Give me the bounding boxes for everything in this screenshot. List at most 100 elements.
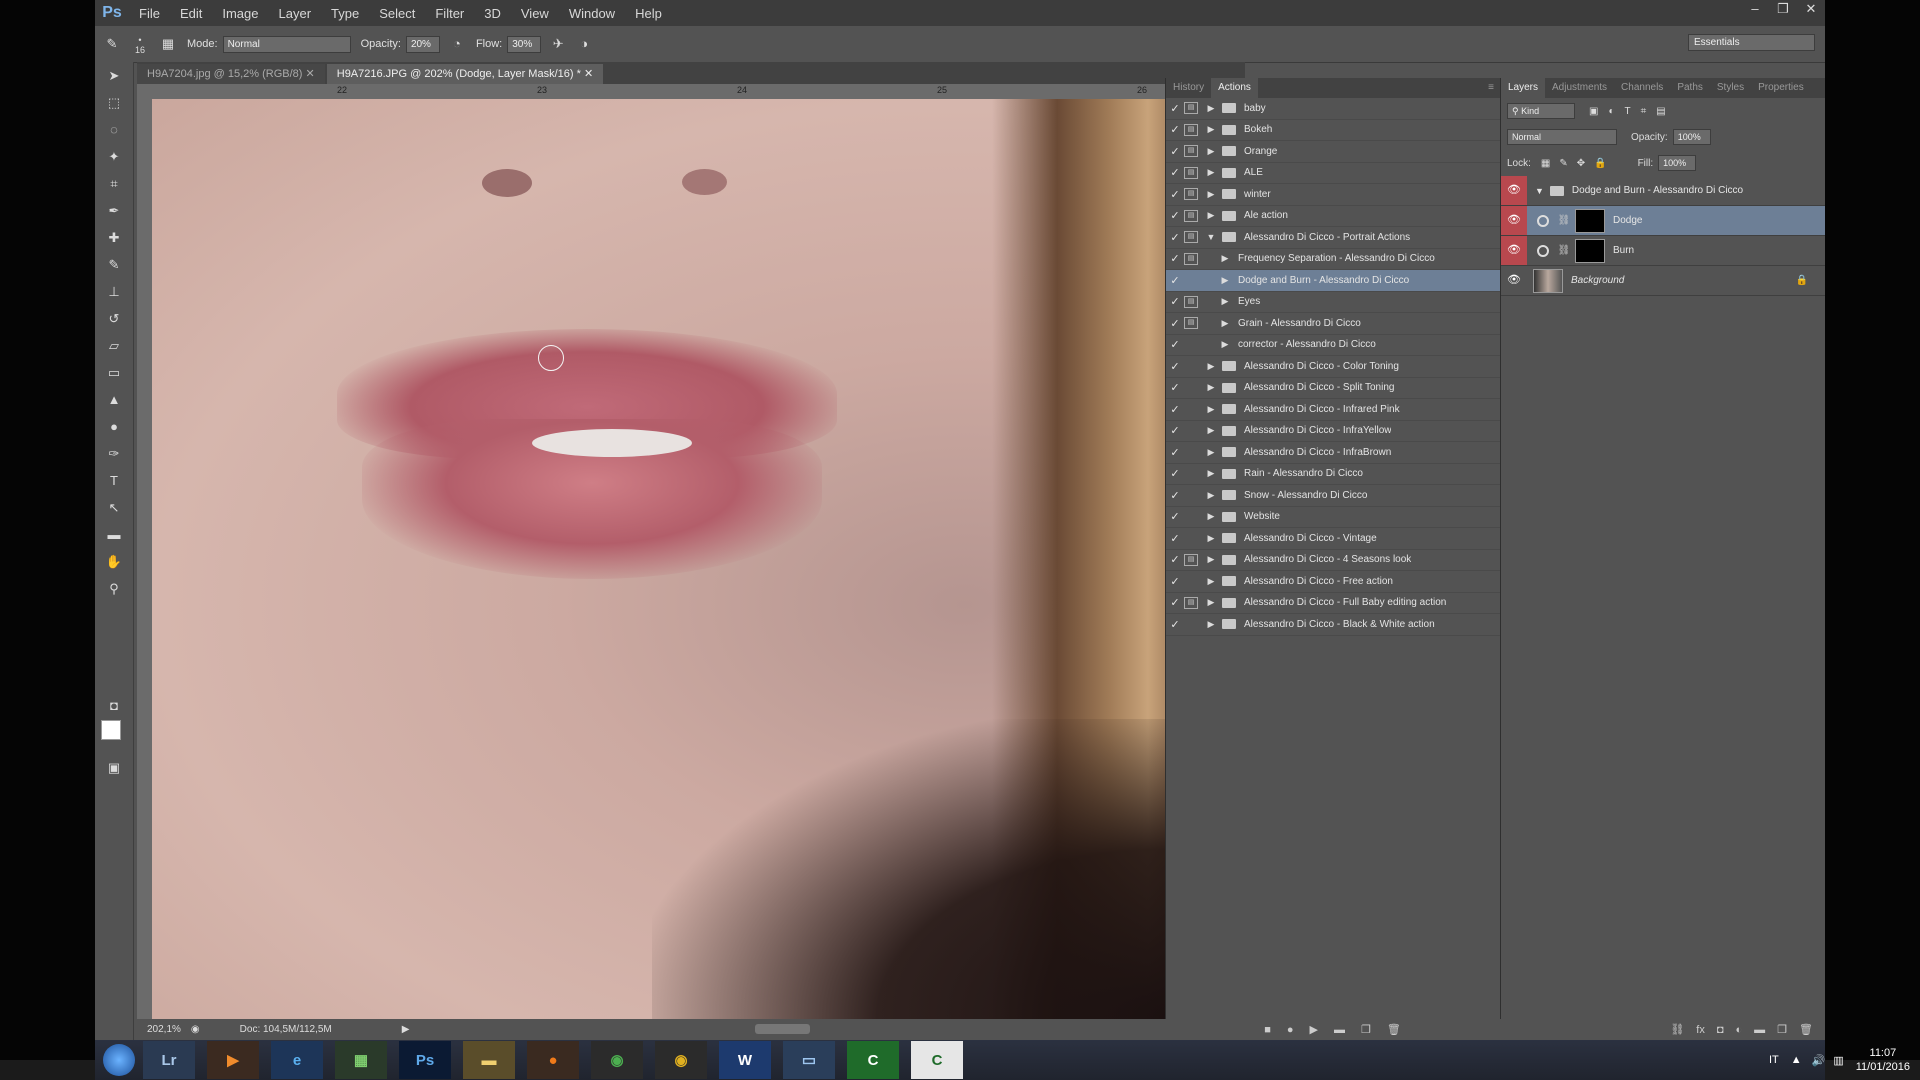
filter-icons[interactable]: ▣◐T⌗▤ [1589, 106, 1676, 117]
brush-preset-picker[interactable]: • 16 [129, 35, 151, 55]
visibility-eye-icon[interactable]: 👁 [1501, 206, 1527, 235]
taskbar-app-icon[interactable]: ▬ [463, 1041, 515, 1079]
action-row[interactable]: ✓ ▶ Alessandro Di Cicco - Free action [1166, 571, 1501, 593]
pressure-size-icon[interactable]: ◑ [575, 35, 593, 53]
flow-input[interactable]: 30% [507, 35, 542, 53]
close-tab-icon[interactable]: ✕ [306, 68, 315, 80]
eyedropper-tool-icon[interactable]: ✒ [95, 197, 133, 224]
check-icon[interactable]: ✓ [1166, 252, 1184, 265]
action-row[interactable]: ✓ ▤ ▶ Alessandro Di Cicco - Full Baby editi… [1166, 593, 1501, 614]
group-expand-icon[interactable]: ▼ [1535, 186, 1544, 196]
check-icon[interactable]: ✓ [1166, 295, 1184, 308]
play-icon[interactable]: ▶ [1310, 1023, 1318, 1036]
dialog-toggle-icon[interactable] [1184, 575, 1198, 587]
check-icon[interactable]: ✓ [1166, 102, 1184, 115]
check-icon[interactable]: ✓ [1166, 231, 1184, 244]
menu-layer[interactable]: Layer [269, 6, 322, 21]
check-icon[interactable]: ✓ [1166, 338, 1184, 351]
network-icon[interactable]: ▥ [1833, 1054, 1843, 1067]
hand-tool-icon[interactable]: ✋ [95, 548, 133, 575]
expand-icon[interactable]: ▶ [1204, 146, 1218, 157]
tab-paths[interactable]: Paths [1670, 78, 1710, 98]
eraser-tool-icon[interactable]: ▱ [95, 332, 133, 359]
expand-icon[interactable]: ▶ [1204, 404, 1218, 415]
check-icon[interactable]: ✓ [1166, 489, 1184, 502]
close-button[interactable]: ✕ [1797, 0, 1825, 20]
check-icon[interactable]: ✓ [1166, 166, 1184, 179]
dialog-toggle-icon[interactable] [1184, 446, 1198, 458]
stop-icon[interactable]: ■ [1264, 1024, 1271, 1036]
expand-icon[interactable]: ▶ [1204, 619, 1218, 630]
delete-icon[interactable]: 🗑 [1387, 1023, 1401, 1036]
taskbar-app-icon[interactable]: ◉ [655, 1041, 707, 1079]
menu-window[interactable]: Window [559, 6, 625, 21]
link-layers-icon[interactable]: ⛓ [1670, 1023, 1684, 1036]
tab-adjustments[interactable]: Adjustments [1545, 78, 1614, 98]
check-icon[interactable]: ✓ [1166, 360, 1184, 373]
taskbar-app-icon[interactable]: ◉ [591, 1041, 643, 1079]
status-menu-arrow[interactable]: ▶ [402, 1024, 410, 1035]
layer-row-burn[interactable]: 👁 ⛓ Burn [1501, 236, 1825, 266]
healing-brush-tool-icon[interactable]: ✚ [95, 224, 133, 251]
expand-icon[interactable]: ▶ [1204, 490, 1218, 501]
dialog-toggle-icon[interactable] [1184, 382, 1198, 394]
menu-image[interactable]: Image [212, 6, 268, 21]
action-row[interactable]: ✓ ▤ ▶ Grain - Alessandro Di Cicco [1166, 313, 1501, 335]
expand-icon[interactable]: ▶ [1204, 124, 1218, 135]
expand-icon[interactable]: ▶ [1204, 103, 1218, 114]
action-row[interactable]: ✓ ▶ Alessandro Di Cicco - Infrared Pink [1166, 399, 1501, 421]
tray-arrow-icon[interactable]: ▲ [1791, 1054, 1802, 1066]
expand-icon[interactable]: ▶ [1218, 339, 1232, 350]
expand-icon[interactable]: ▶ [1204, 447, 1218, 458]
check-icon[interactable]: ✓ [1166, 123, 1184, 136]
taskbar-app-icon[interactable]: ● [527, 1041, 579, 1079]
expand-icon[interactable]: ▶ [1218, 318, 1232, 329]
brush-tool-icon[interactable]: ✎ [95, 251, 133, 278]
menu-edit[interactable]: Edit [170, 6, 212, 21]
dialog-toggle-icon[interactable] [1184, 618, 1198, 630]
dialog-toggle-icon[interactable] [1184, 274, 1198, 286]
quick-mask-icon[interactable]: ◘ [95, 692, 133, 719]
menu-filter[interactable]: Filter [425, 6, 474, 21]
check-icon[interactable]: ✓ [1166, 424, 1184, 437]
action-row[interactable]: ✓ ▶ Alessandro Di Cicco - InfraYellow [1166, 421, 1501, 442]
dialog-toggle-icon[interactable] [1184, 511, 1198, 523]
visibility-eye-icon[interactable]: 👁 [1501, 266, 1527, 295]
action-row[interactable]: ✓ ▶ Rain - Alessandro Di Cicco [1166, 464, 1501, 485]
layer-group-row[interactable]: 👁 ▼ Dodge and Burn - Alessandro Di Cicco [1501, 176, 1825, 206]
document-tab-active[interactable]: H9A7216.JPG @ 202% (Dodge, Layer Mask/16… [326, 64, 604, 84]
dodge-tool-icon[interactable]: ● [95, 413, 133, 440]
check-icon[interactable]: ✓ [1166, 381, 1184, 394]
action-row[interactable]: ✓ ▤ ▶ Orange [1166, 141, 1501, 163]
expand-icon[interactable]: ▶ [1204, 468, 1218, 479]
taskbar-app-icon[interactable]: Ps [399, 1041, 451, 1079]
lock-icons[interactable]: ▦✎✥🔒 [1541, 158, 1616, 169]
shape-tool-icon[interactable]: ▬ [95, 521, 133, 548]
taskbar-app-icon[interactable]: C [911, 1041, 963, 1079]
expand-icon[interactable]: ▶ [1204, 533, 1218, 544]
taskbar-app-icon[interactable]: ▭ [783, 1041, 835, 1079]
clone-stamp-tool-icon[interactable]: ⊥ [95, 278, 133, 305]
horizontal-scroll-thumb[interactable] [755, 1024, 810, 1034]
check-icon[interactable]: ✓ [1166, 446, 1184, 459]
action-row[interactable]: ✓ ▶ Snow - Alessandro Di Cicco [1166, 485, 1501, 507]
dialog-toggle-icon[interactable]: ▤ [1184, 596, 1198, 609]
check-icon[interactable]: ✓ [1166, 274, 1184, 287]
action-row[interactable]: ✓ ▤ ▼ Alessandro Di Cicco - Portrait Action… [1166, 227, 1501, 249]
tab-layers[interactable]: Layers [1501, 78, 1546, 98]
gradient-tool-icon[interactable]: ▭ [95, 359, 133, 386]
menu-file[interactable]: File [129, 6, 170, 21]
link-icon[interactable]: ⛓ [1557, 215, 1571, 226]
restore-button[interactable]: ❐ [1769, 0, 1797, 20]
action-row[interactable]: ✓ ▤ ▶ Eyes [1166, 292, 1501, 313]
expand-icon[interactable]: ▶ [1204, 210, 1218, 221]
crop-tool-icon[interactable]: ⌗ [95, 170, 133, 197]
action-row[interactable]: ✓ ▶ Website [1166, 507, 1501, 528]
zoom-tool-icon[interactable]: ⚲ [95, 575, 133, 602]
visibility-eye-icon[interactable]: 👁 [1501, 236, 1527, 265]
new-set-icon[interactable]: ▬ [1334, 1024, 1345, 1036]
action-row[interactable]: ✓ ▤ ▶ Alessandro Di Cicco - 4 Seasons look [1166, 550, 1501, 571]
type-tool-icon[interactable]: T [95, 467, 133, 494]
start-button[interactable] [95, 1041, 143, 1079]
dialog-toggle-icon[interactable]: ▤ [1184, 252, 1198, 265]
